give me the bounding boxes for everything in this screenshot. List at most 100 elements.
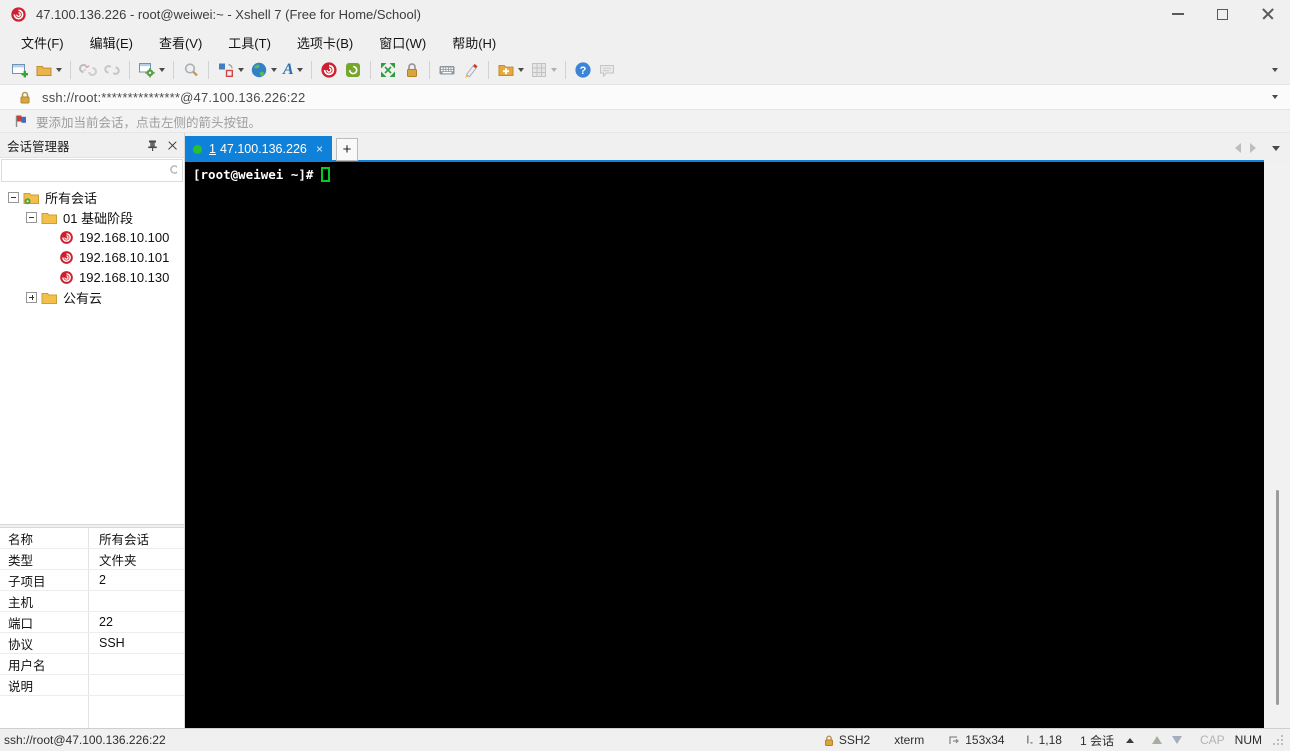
address-bar[interactable]: ssh://root:***************@47.100.136.22… bbox=[0, 84, 1290, 110]
new-session-button[interactable] bbox=[8, 58, 32, 82]
session-search-box[interactable] bbox=[1, 159, 183, 182]
session-manager-title: 会话管理器 bbox=[7, 139, 70, 154]
help-icon: ? bbox=[575, 62, 591, 78]
tab-close-icon[interactable]: × bbox=[315, 142, 324, 156]
property-label: 协议 bbox=[0, 633, 89, 653]
find-icon bbox=[184, 63, 198, 77]
arrow-up-icon bbox=[1151, 736, 1162, 744]
address-url[interactable]: ssh://root:***************@47.100.136.22… bbox=[42, 90, 305, 105]
status-terminal-type: xterm bbox=[894, 733, 925, 747]
pin-icon[interactable] bbox=[147, 139, 158, 151]
toolbar-separator bbox=[369, 61, 371, 79]
font-button[interactable]: A bbox=[280, 58, 306, 82]
toolbar-separator bbox=[70, 61, 71, 79]
tree-item-label: 01 基础阶段 bbox=[63, 210, 134, 226]
toolbar-separator bbox=[173, 61, 174, 79]
tab-scroll-left-icon[interactable] bbox=[1235, 143, 1241, 153]
properties-dropdown-caret-icon[interactable] bbox=[159, 68, 165, 72]
new-session-folder-button[interactable] bbox=[494, 58, 527, 82]
session-manager-panel: 会话管理器 所有会话 01 基础阶段 192.168.10.100 192.16… bbox=[0, 133, 185, 728]
tree-item-all-sessions[interactable]: 所有会话 bbox=[0, 187, 184, 207]
minimize-button[interactable] bbox=[1155, 0, 1200, 28]
collapse-icon[interactable] bbox=[8, 191, 19, 203]
open-dropdown-caret-icon[interactable] bbox=[56, 68, 62, 72]
xftp-launch-button[interactable] bbox=[341, 58, 365, 82]
scroll-down-button[interactable] bbox=[1171, 736, 1182, 744]
session-search-input[interactable] bbox=[2, 160, 169, 181]
layout-dropdown-caret-icon[interactable] bbox=[238, 68, 244, 72]
session-properties-button[interactable] bbox=[135, 58, 168, 82]
menu-view[interactable]: 查看(V) bbox=[146, 29, 215, 56]
menu-edit[interactable]: 编辑(E) bbox=[77, 29, 146, 56]
new-folder-dropdown-caret-icon[interactable] bbox=[517, 68, 524, 72]
property-value: 22 bbox=[99, 615, 113, 629]
window-title: 47.100.136.226 - root@weiwei:~ - Xshell … bbox=[36, 6, 421, 22]
reconnect-button[interactable] bbox=[100, 58, 124, 82]
lock-screen-button[interactable] bbox=[400, 58, 424, 82]
collapse-icon[interactable] bbox=[26, 211, 37, 223]
maximize-icon bbox=[1217, 8, 1228, 20]
grid-dropdown-caret-icon[interactable] bbox=[550, 68, 557, 72]
highlight-pen-button[interactable] bbox=[459, 58, 483, 82]
property-label: 端口 bbox=[0, 612, 89, 632]
session-properties-table: 名称 所有会话 类型 文件夹 子项目 2 主机 端口 22 协议 SSH 用户名… bbox=[0, 528, 184, 728]
help-button[interactable]: ? bbox=[571, 58, 595, 82]
address-lock-icon bbox=[20, 91, 30, 103]
search-icon[interactable] bbox=[169, 164, 177, 177]
property-label: 用户名 bbox=[0, 654, 89, 674]
scroll-up-button[interactable] bbox=[1151, 736, 1162, 744]
menu-tools[interactable]: 工具(T) bbox=[215, 29, 284, 56]
expand-icon[interactable] bbox=[26, 291, 37, 303]
toolbar-overflow-caret-icon[interactable] bbox=[1272, 68, 1278, 72]
menu-file[interactable]: 文件(F) bbox=[8, 29, 77, 56]
feedback-button[interactable] bbox=[595, 58, 619, 82]
tile-layout-button[interactable] bbox=[214, 58, 247, 82]
fullscreen-button[interactable] bbox=[376, 58, 400, 82]
browser-dropdown-caret-icon[interactable] bbox=[271, 68, 277, 72]
main-area: 会话管理器 所有会话 01 基础阶段 192.168.10.100 192.16… bbox=[0, 133, 1290, 728]
session-list-caret-icon[interactable] bbox=[1125, 737, 1134, 743]
property-row-description: 说明 bbox=[0, 675, 184, 696]
terminal-scrollbar[interactable] bbox=[1264, 162, 1290, 728]
tree-item-folder-cloud[interactable]: 公有云 bbox=[0, 287, 184, 307]
menu-help[interactable]: 帮助(H) bbox=[439, 29, 509, 56]
menu-tabs[interactable]: 选项卡(B) bbox=[284, 29, 366, 56]
open-sessions-button[interactable] bbox=[32, 58, 65, 82]
caps-lock-indicator: CAP bbox=[1199, 733, 1225, 747]
maximize-button[interactable] bbox=[1200, 0, 1245, 28]
connected-status-icon bbox=[193, 144, 202, 154]
xshell-launch-button[interactable] bbox=[317, 58, 341, 82]
tree-item-session-100[interactable]: 192.168.10.100 bbox=[0, 227, 184, 247]
font-dropdown-caret-icon[interactable] bbox=[296, 68, 303, 72]
flag-icon bbox=[15, 115, 26, 127]
find-button[interactable] bbox=[179, 58, 203, 82]
terminal-pane: 1 47.100.136.226 × + [root@weiwei ~]# bbox=[185, 133, 1290, 728]
new-tab-button[interactable]: + bbox=[336, 138, 358, 161]
disconnect-button[interactable] bbox=[76, 58, 100, 82]
menu-window[interactable]: 窗口(W) bbox=[366, 29, 439, 56]
fullscreen-icon bbox=[380, 63, 395, 77]
session-tree: 所有会话 01 基础阶段 192.168.10.100 192.168.10.1… bbox=[0, 182, 184, 524]
tree-item-session-130[interactable]: 192.168.10.130 bbox=[0, 267, 184, 287]
scrollbar-thumb[interactable] bbox=[1276, 490, 1279, 706]
terminal-screen[interactable]: [root@weiwei ~]# bbox=[185, 162, 1290, 728]
status-session-count[interactable]: 1 会话 bbox=[1080, 732, 1134, 749]
compose-grid-button[interactable] bbox=[527, 58, 560, 82]
tab-list-caret-icon[interactable] bbox=[1272, 146, 1280, 151]
tree-item-folder-base[interactable]: 01 基础阶段 bbox=[0, 207, 184, 227]
panel-close-icon[interactable] bbox=[168, 141, 177, 150]
web-browser-button[interactable] bbox=[247, 58, 280, 82]
close-button[interactable] bbox=[1245, 0, 1290, 28]
tree-item-session-101[interactable]: 192.168.10.101 bbox=[0, 247, 184, 267]
tab-active-session[interactable]: 1 47.100.136.226 × bbox=[185, 136, 332, 162]
address-dropdown-caret-icon[interactable] bbox=[1272, 95, 1278, 99]
tile-layout-icon bbox=[219, 63, 234, 78]
feedback-bubble-icon bbox=[599, 65, 614, 78]
resize-grip-icon[interactable] bbox=[1272, 734, 1284, 746]
folder-icon bbox=[41, 212, 57, 224]
session-properties-icon bbox=[139, 63, 155, 78]
tab-scroll-right-icon[interactable] bbox=[1250, 143, 1256, 153]
virtual-keyboard-button[interactable] bbox=[435, 58, 459, 82]
tree-item-label: 192.168.10.130 bbox=[79, 269, 170, 285]
disconnect-icon bbox=[79, 64, 97, 76]
